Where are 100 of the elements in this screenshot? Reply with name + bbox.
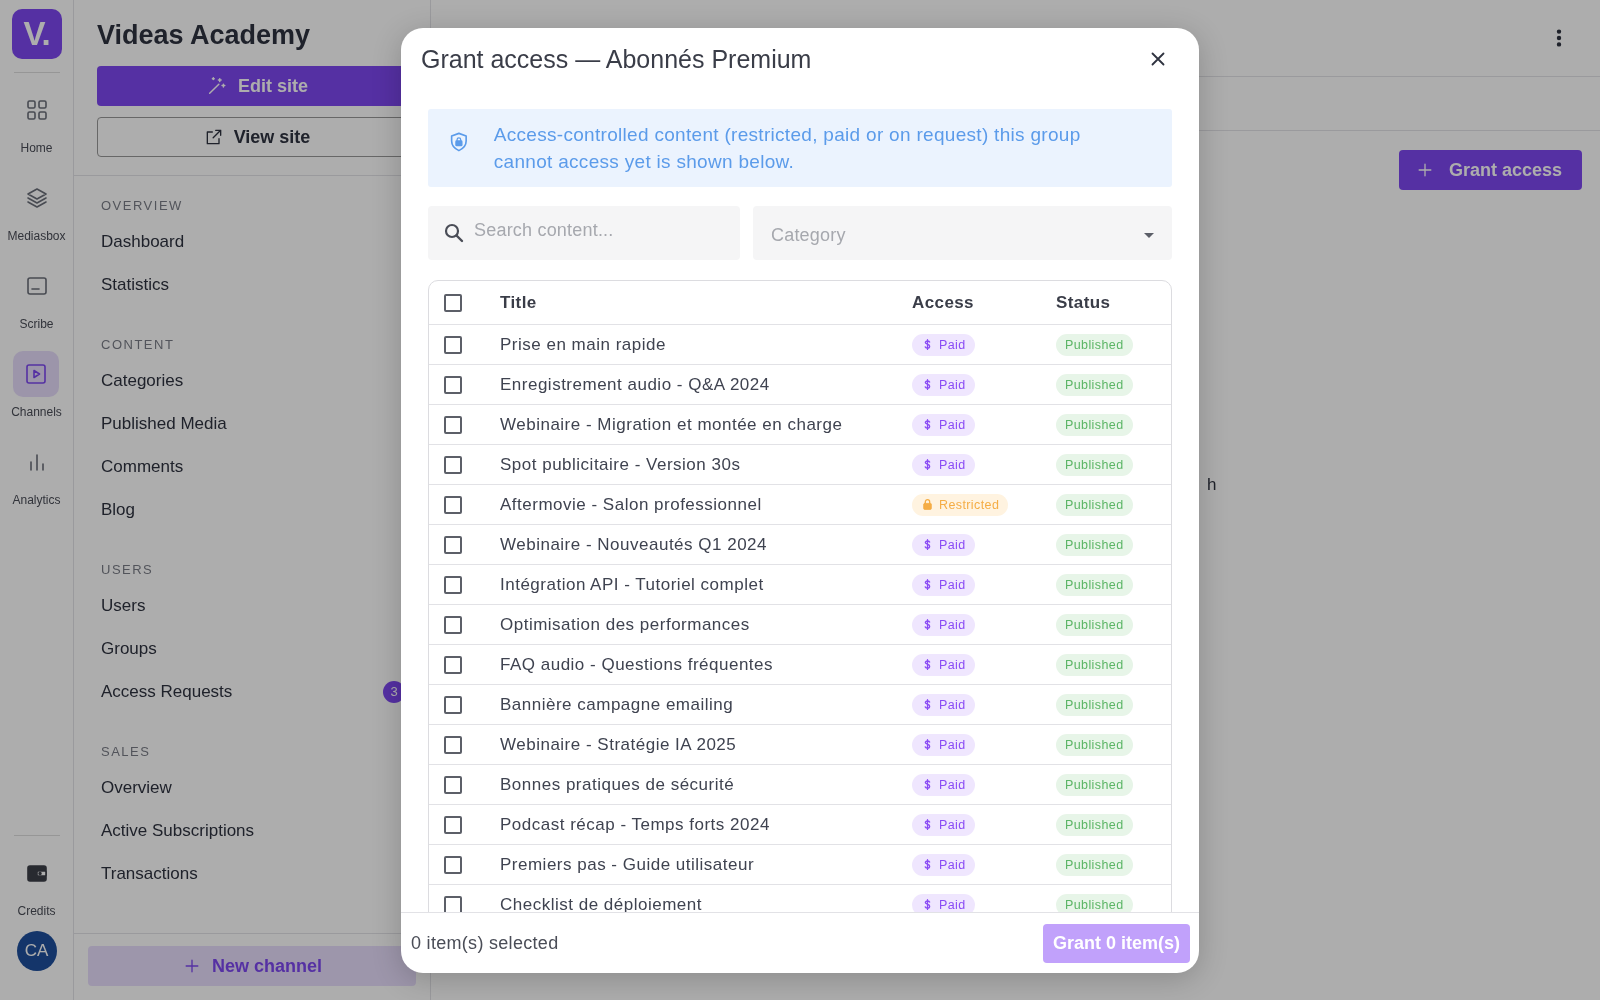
content-title: Optimisation des performances: [500, 614, 751, 635]
content-title: Webinaire - Migration et montée en charge: [500, 414, 844, 435]
access-tag: Paid: [912, 893, 975, 912]
status-tag: Published: [1056, 813, 1133, 836]
content-title: Spot publicitaire - Version 30s: [500, 454, 742, 475]
user-avatar[interactable]: CA: [16, 931, 57, 971]
nav-link[interactable]: Active Subscriptions: [101, 820, 255, 841]
rail-item[interactable]: Mediasbox: [7, 175, 66, 243]
column-header: Status: [1056, 292, 1112, 313]
status-tag: Published: [1056, 373, 1133, 396]
rail-item[interactable]: Scribe: [13, 263, 60, 331]
status-tag: Published: [1056, 613, 1133, 636]
checkbox[interactable]: [444, 375, 462, 394]
content-title: Prise en main rapide: [500, 334, 667, 355]
section-heading: OVERVIEW: [101, 198, 184, 214]
checkbox[interactable]: [444, 815, 462, 834]
access-tag: Paid: [912, 813, 975, 836]
checkbox[interactable]: [444, 615, 462, 634]
nav-link[interactable]: Groups: [101, 638, 157, 659]
content-title: Bannière campagne emailing: [500, 694, 735, 715]
nav-link[interactable]: Statistics: [101, 274, 170, 295]
content-title: Bonnes pratiques de sécurité: [500, 774, 736, 795]
dialog-title: Grant access — Abonnés Premium: [421, 44, 812, 74]
access-tag: Paid: [912, 653, 975, 676]
nav-link[interactable]: Users: [101, 595, 146, 616]
logo[interactable]: V.: [11, 9, 62, 59]
access-tag: Paid: [912, 413, 975, 436]
search-icon: [442, 221, 466, 245]
checkbox[interactable]: [444, 655, 462, 674]
content-title: Webinaire - Nouveautés Q1 2024: [500, 534, 768, 555]
nav-link[interactable]: Transactions: [101, 863, 198, 884]
checkbox[interactable]: [444, 775, 462, 794]
checkbox[interactable]: [444, 855, 462, 874]
column-header: Access: [912, 292, 975, 313]
site-title: Videas Academy: [97, 20, 312, 51]
status-tag: Published: [1056, 653, 1133, 676]
access-tag: Paid: [912, 573, 975, 596]
access-tag: Paid: [912, 773, 975, 796]
access-tag: Paid: [912, 333, 975, 356]
access-tag: Paid: [912, 853, 975, 876]
grid-icon: [24, 98, 49, 122]
nav-link[interactable]: Categories: [101, 370, 184, 391]
section-heading: CONTENT: [101, 337, 176, 353]
access-tag: Paid: [912, 613, 975, 636]
status-tag: Published: [1056, 733, 1133, 756]
layers-icon: [24, 186, 49, 210]
status-tag: Published: [1056, 573, 1133, 596]
nav-link[interactable]: Blog: [101, 499, 136, 520]
access-tag: Restricted: [912, 493, 1009, 516]
status-tag: Published: [1056, 333, 1133, 356]
column-header: Title: [500, 292, 538, 313]
status-tag: Published: [1056, 453, 1133, 476]
body-text: h: [1207, 475, 1217, 495]
checkbox[interactable]: [444, 455, 462, 474]
status-tag: Published: [1056, 773, 1133, 796]
status-tag: Published: [1056, 853, 1133, 876]
rail-item[interactable]: Home: [13, 87, 60, 155]
section-heading: USERS: [101, 562, 155, 578]
status-tag: Published: [1056, 493, 1133, 516]
rail-item[interactable]: Analytics: [12, 439, 61, 507]
access-tag: Paid: [912, 453, 975, 476]
nav-link[interactable]: Overview: [101, 777, 172, 798]
subtitles-icon: [24, 274, 49, 298]
content-title: Podcast récap - Temps forts 2024: [500, 814, 771, 835]
grant-access-button[interactable]: Grant access: [1398, 150, 1582, 190]
checkbox[interactable]: [444, 415, 462, 434]
content-title: Aftermovie - Salon professionnel: [500, 494, 763, 515]
access-tag: Paid: [912, 693, 975, 716]
status-tag: Published: [1056, 693, 1133, 716]
checkbox[interactable]: [444, 335, 462, 354]
search-field[interactable]: Search content...: [428, 206, 740, 260]
access-tag: Paid: [912, 533, 975, 556]
checkbox[interactable]: [444, 735, 462, 754]
nav-link[interactable]: Comments: [101, 456, 184, 477]
content-title: FAQ audio - Questions fréquentes: [500, 654, 775, 675]
nav-link[interactable]: Access Requests: [101, 681, 233, 702]
lock-icon: [921, 498, 934, 511]
status-tag: Published: [1056, 893, 1133, 912]
section-heading: SALES: [101, 744, 152, 760]
checkbox[interactable]: [444, 293, 462, 312]
checkbox[interactable]: [444, 535, 462, 554]
checkbox[interactable]: [444, 895, 462, 912]
dropdown-caret-icon: [1144, 232, 1154, 238]
content-title: Premiers pas - Guide utilisateur: [500, 854, 756, 875]
checkbox[interactable]: [444, 495, 462, 514]
content-title: Enregistrement audio - Q&A 2024: [500, 374, 771, 395]
status-tag: Published: [1056, 413, 1133, 436]
nav-link[interactable]: Dashboard: [101, 231, 185, 252]
info-text: Access-controlled content (restricted, paid or on request) this group cannot access yet is shown below.: [493, 123, 1082, 174]
magic-wand-icon: [206, 75, 228, 97]
status-tag: Published: [1056, 533, 1133, 556]
checkbox[interactable]: [444, 575, 462, 594]
access-tag: Paid: [912, 373, 975, 396]
rail-item[interactable]: Credits: [13, 850, 60, 918]
content-title: Intégration API - Tutoriel complet: [500, 574, 765, 595]
access-tag: Paid: [912, 733, 975, 756]
checkbox[interactable]: [444, 695, 462, 714]
nav-link[interactable]: Published Media: [101, 413, 227, 434]
play-icon: [24, 362, 49, 386]
content-title: Webinaire - Stratégie IA 2025: [500, 734, 738, 755]
